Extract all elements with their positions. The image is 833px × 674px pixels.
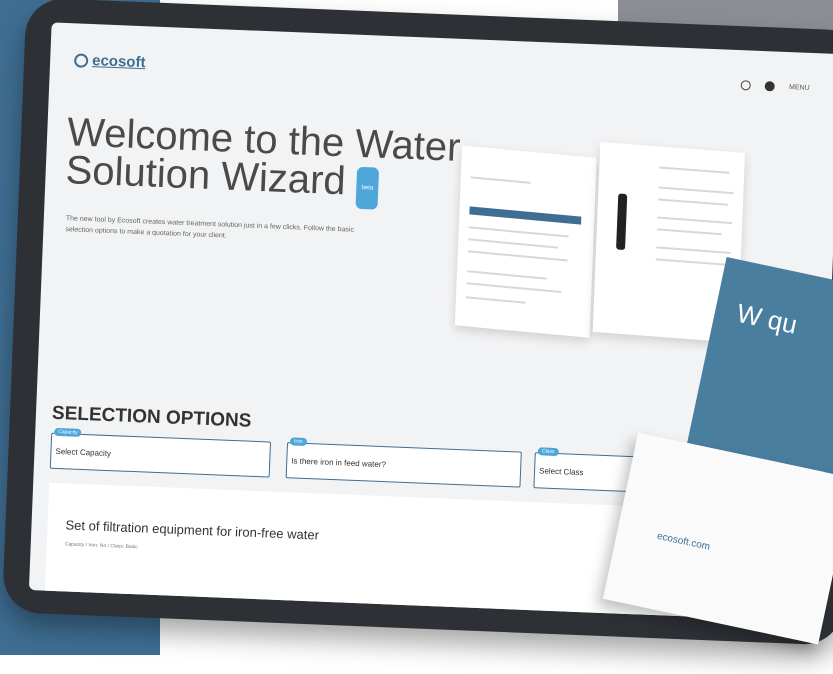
filter-unit-icon xyxy=(419,611,429,622)
brochure-left-page xyxy=(454,145,597,338)
logo-text: ecosoft xyxy=(91,52,146,72)
filter-bottle-icon xyxy=(616,193,628,251)
brochure-text-line xyxy=(470,176,531,184)
iron-tag: Iron xyxy=(289,437,307,446)
capacity-select[interactable]: Capacity Select Capacity xyxy=(49,427,272,478)
hero-title: Welcome to the Water Solution Wizard bet… xyxy=(64,110,488,214)
class-placeholder: Select Class xyxy=(538,466,584,478)
brochure-site: ecosoft.com xyxy=(655,530,711,553)
brochure-text-line xyxy=(468,226,569,238)
iron-placeholder: Is there iron in feed water? xyxy=(291,456,387,470)
beta-badge: beta xyxy=(355,166,380,210)
filter-unit-icon xyxy=(369,613,376,622)
brochure-text-line xyxy=(659,166,730,174)
hero-description: The new tool by Ecosoft creates water tr… xyxy=(65,215,355,240)
brochure-cover-blue xyxy=(687,257,833,479)
brochure-text-line xyxy=(467,270,547,280)
ecosoft-logo[interactable]: ecosoft xyxy=(73,51,146,72)
top-nav: MENU xyxy=(740,80,810,93)
result-title: Set of filtration equipment for iron-fre… xyxy=(65,517,320,543)
globe-icon[interactable] xyxy=(764,81,776,92)
brochure-text-line xyxy=(658,186,734,195)
brochure-text-line xyxy=(468,238,559,249)
iron-select[interactable]: Iron Is there iron in feed water? xyxy=(285,437,522,488)
menu-button[interactable]: MENU xyxy=(789,84,810,92)
brochure-header-bar xyxy=(469,206,582,225)
search-icon[interactable] xyxy=(740,80,752,91)
brochure-text-line xyxy=(466,282,562,294)
logo-mark-icon xyxy=(73,52,89,68)
capacity-tag: Capacity xyxy=(54,427,82,437)
hero-title-text: Welcome to the Water Solution Wizard xyxy=(64,110,462,204)
result-meta: Capacity / Iron: No / Class: Basic xyxy=(64,541,138,551)
class-tag: Class xyxy=(537,447,559,457)
brochure-text-line xyxy=(467,250,568,262)
capacity-placeholder: Select Capacity xyxy=(55,446,112,459)
selection-options-title: SELECTION OPTIONS xyxy=(51,402,252,432)
brochure-text-line xyxy=(465,296,526,304)
